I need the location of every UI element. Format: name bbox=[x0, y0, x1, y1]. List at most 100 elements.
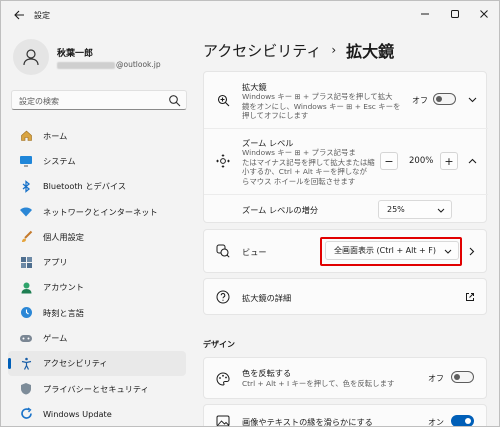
design-section-label: デザイン bbox=[203, 340, 235, 349]
app-title: 設定 bbox=[34, 11, 50, 20]
smooth-edges-title: 画像やテキストの縁を滑らかにする bbox=[242, 417, 373, 427]
smooth-edges-toggle[interactable] bbox=[451, 415, 474, 426]
invert-colors-desc: Ctrl + Alt + I キーを押して、色を反転します bbox=[242, 379, 395, 388]
gaming-icon bbox=[19, 331, 33, 345]
breadcrumb-separator: › bbox=[331, 43, 337, 57]
sidebar-item-label: ホーム bbox=[43, 130, 68, 141]
accessibility-icon bbox=[19, 356, 33, 370]
zoom-desc-1: Windows キー ⊞ + プラス記号ま bbox=[242, 148, 356, 157]
minimize-button[interactable] bbox=[414, 5, 436, 23]
zoom-decrease-button[interactable]: − bbox=[380, 152, 398, 170]
chevron-up-icon[interactable] bbox=[467, 156, 477, 166]
sidebar-item-gaming[interactable]: ゲーム bbox=[8, 325, 186, 350]
sidebar-item-label: ゲーム bbox=[43, 333, 68, 344]
magnifier-card: 拡大鏡 Windows キー ⊞ + プラス記号を押して拡大 鏡をオンにし、Wi… bbox=[203, 71, 488, 223]
sidebar-item-label: 時刻と言語 bbox=[43, 307, 84, 318]
zoom-desc-3: 小するか、Ctrl + Alt キーを押しなが bbox=[242, 167, 367, 176]
magnifier-desc-2: 鏡をオンにし、Windows キー ⊞ + Esc キーを bbox=[242, 101, 401, 111]
brush-icon bbox=[19, 230, 33, 244]
sidebar-item-label: プライバシーとセキュリティ bbox=[43, 383, 149, 394]
details-card[interactable]: 拡大鏡の詳細 bbox=[203, 278, 487, 315]
user-name: 秋葉一郎 bbox=[57, 49, 94, 59]
zoom-value: 200% bbox=[409, 156, 434, 166]
close-button[interactable] bbox=[473, 5, 495, 23]
minimize-icon bbox=[421, 13, 429, 15]
chevron-down-icon[interactable] bbox=[467, 95, 477, 105]
invert-colors-title: 色を反転する bbox=[242, 368, 292, 378]
sidebar-item-label: アカウント bbox=[43, 282, 84, 293]
zoom-increase-button[interactable]: + bbox=[440, 152, 458, 170]
image-icon bbox=[216, 414, 230, 426]
email-domain: @outlook.jp bbox=[116, 60, 161, 69]
view-label: ビュー bbox=[242, 247, 267, 257]
sidebar-item-accounts[interactable]: アカウント bbox=[8, 275, 186, 300]
sidebar-item-label: Bluetooth とデバイス bbox=[43, 181, 127, 192]
maximize-button[interactable] bbox=[444, 5, 466, 23]
home-icon bbox=[19, 129, 33, 143]
sidebar-item-network[interactable]: ネットワークとインターネット bbox=[8, 199, 186, 224]
sidebar-item-label: アクセシビリティ bbox=[43, 358, 108, 369]
palette-icon bbox=[216, 372, 230, 386]
chevron-down-icon bbox=[437, 206, 445, 215]
external-link-icon bbox=[465, 292, 475, 302]
smooth-edges-card: 画像やテキストの縁を滑らかにする オン bbox=[203, 404, 487, 427]
zoom-increment-row: ズーム レベルの増分 25% bbox=[204, 195, 488, 223]
breadcrumb-parent[interactable]: アクセシビリティ bbox=[203, 40, 321, 61]
sidebar-item-label: ネットワークとインターネット bbox=[43, 206, 158, 217]
smooth-toggle-label: オン bbox=[428, 418, 444, 427]
time-language-icon bbox=[19, 306, 33, 320]
sidebar-item-label: システム bbox=[43, 155, 76, 166]
sidebar-item-personalization[interactable]: 個人用設定 bbox=[8, 224, 186, 249]
view-icon bbox=[216, 244, 230, 258]
details-label: 拡大鏡の詳細 bbox=[242, 293, 292, 303]
avatar[interactable] bbox=[13, 39, 49, 75]
magnifier-row[interactable]: 拡大鏡 Windows キー ⊞ + プラス記号を押して拡大 鏡をオンにし、Wi… bbox=[204, 72, 488, 128]
question-icon bbox=[216, 290, 230, 304]
sidebar-item-accessibility[interactable]: アクセシビリティ bbox=[8, 350, 186, 376]
sidebar-item-bluetooth[interactable]: Bluetooth とデバイス bbox=[8, 174, 186, 199]
zoom-increment-value: 25% bbox=[387, 205, 405, 214]
zoom-in-icon bbox=[216, 93, 230, 107]
bluetooth-icon bbox=[19, 179, 33, 193]
sidebar-item-label: Windows Update bbox=[43, 408, 112, 419]
zoom-level-row: ズーム レベル Windows キー ⊞ + プラス記号ま たはマイナス記号を押… bbox=[204, 129, 488, 193]
search-icon bbox=[169, 95, 181, 107]
page-title: 拡大鏡 bbox=[346, 42, 395, 61]
search-placeholder: 設定の検索 bbox=[19, 97, 59, 106]
sidebar-item-windows-update[interactable]: Windows Update bbox=[8, 401, 186, 426]
user-email: @outlook.jp bbox=[57, 60, 161, 69]
highlight-box bbox=[320, 237, 462, 266]
account-icon bbox=[19, 280, 33, 294]
zoom-desc-4: らマウス ホイールを回転させます bbox=[242, 176, 356, 186]
invert-colors-toggle[interactable] bbox=[451, 371, 474, 383]
magnifier-desc-1: Windows キー ⊞ + プラス記号を押して拡大 bbox=[242, 92, 393, 101]
invert-colors-card: 色を反転する Ctrl + Alt + I キーを押して、色を反転します オフ bbox=[203, 357, 487, 399]
sidebar-item-apps[interactable]: アプリ bbox=[8, 249, 186, 274]
zoom-move-icon bbox=[216, 154, 230, 168]
search-input[interactable]: 設定の検索 bbox=[11, 90, 187, 110]
back-arrow-icon bbox=[13, 10, 24, 20]
close-icon bbox=[480, 10, 488, 18]
sidebar-item-home[interactable]: ホーム bbox=[8, 123, 186, 148]
magnifier-toggle[interactable] bbox=[433, 93, 456, 105]
update-icon bbox=[19, 407, 33, 421]
shield-icon bbox=[19, 382, 33, 396]
chevron-right-icon[interactable] bbox=[467, 246, 477, 256]
back-button[interactable] bbox=[9, 6, 29, 24]
invert-toggle-label: オフ bbox=[428, 374, 444, 383]
magnifier-desc-3: 押してオフにします bbox=[242, 111, 309, 120]
settings-window: 設定 秋葉一郎 @outlook.jp 設定の検索 ホーム システム Bluet… bbox=[0, 0, 500, 427]
title-bar: 設定 bbox=[1, 1, 499, 29]
user-icon bbox=[23, 49, 39, 66]
sidebar-nav: ホーム システム Bluetooth とデバイス ネットワークとインターネット … bbox=[8, 123, 186, 426]
maximize-icon bbox=[451, 10, 459, 18]
redacted-email bbox=[57, 61, 115, 69]
sidebar-item-system[interactable]: システム bbox=[8, 148, 186, 173]
zoom-increment-dropdown[interactable]: 25% bbox=[378, 200, 452, 219]
magnifier-toggle-label: オフ bbox=[412, 96, 428, 105]
sidebar-item-time-language[interactable]: 時刻と言語 bbox=[8, 300, 186, 325]
zoom-increment-label: ズーム レベルの増分 bbox=[242, 205, 319, 215]
sidebar-item-privacy[interactable]: プライバシーとセキュリティ bbox=[8, 376, 186, 401]
system-icon bbox=[19, 154, 33, 168]
zoom-desc-2: たはマイナス記号を押して拡大または縮 bbox=[242, 157, 375, 167]
